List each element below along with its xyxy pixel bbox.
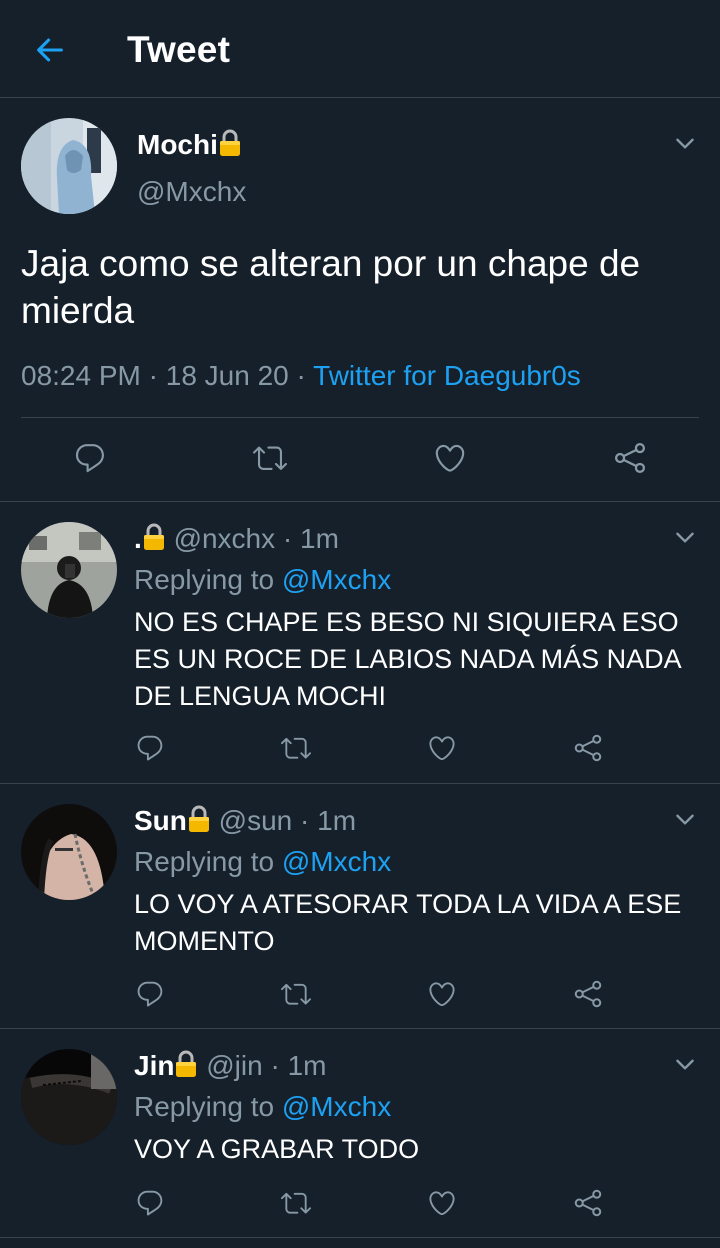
avatar[interactable] — [21, 118, 117, 214]
chevron-down-icon[interactable] — [672, 524, 698, 550]
tweet-text: Jaja como se alteran por un chape de mie… — [21, 243, 641, 331]
main-tweet: Mochi @Mxchx Jaja como se alteran por un… — [0, 98, 720, 502]
author-name[interactable]: Sun — [134, 805, 187, 836]
replying-to-label: Replying to — [134, 564, 275, 595]
lock-icon — [142, 522, 166, 552]
like-button[interactable] — [428, 436, 472, 480]
author-handle[interactable]: @nxchx — [174, 523, 276, 554]
author-name[interactable]: Mochi — [137, 128, 242, 161]
author-name[interactable]: . — [134, 523, 142, 554]
replying-to-label: Replying to — [134, 1091, 275, 1122]
reply-tweet[interactable]: Sun @sun · 1m Replying to @Mxchx LO VOY … — [0, 784, 720, 1029]
tweet-meta: 08:24 PM · 18 Jun 20 · Twitter for Daegu… — [21, 360, 581, 392]
retweet-button[interactable] — [276, 1183, 316, 1223]
share-button[interactable] — [568, 974, 608, 1014]
author-handle[interactable]: @Mxchx — [137, 176, 246, 208]
lock-icon — [174, 1049, 198, 1079]
avatar[interactable] — [21, 804, 117, 900]
chevron-down-icon[interactable] — [672, 130, 698, 156]
reply-header: Sun @sun · 1m — [134, 804, 357, 836]
reply-header: . @nxchx · 1m — [134, 522, 339, 554]
replying-to: Replying to @Mxchx — [134, 564, 391, 596]
like-button[interactable] — [422, 1183, 462, 1223]
replying-to-label: Replying to — [134, 846, 275, 877]
lock-icon — [187, 804, 211, 834]
tweet-time: 08:24 PM — [21, 360, 141, 391]
retweet-button[interactable] — [248, 436, 292, 480]
reply-button[interactable] — [130, 728, 170, 768]
reply-button[interactable] — [130, 974, 170, 1014]
tweet-source-link[interactable]: Twitter for Daegubr0s — [313, 360, 581, 391]
avatar-image — [21, 522, 117, 618]
avatar-image — [21, 804, 117, 900]
heart-icon — [427, 979, 457, 1009]
reply-time: 1m — [317, 805, 357, 836]
retweet-icon — [253, 441, 287, 475]
retweet-button[interactable] — [276, 728, 316, 768]
top-app-bar: Tweet — [0, 0, 720, 98]
lock-icon — [218, 128, 242, 158]
replying-to: Replying to @Mxchx — [134, 1091, 391, 1123]
reply-time: 1m — [300, 523, 339, 554]
reply-icon — [135, 979, 165, 1009]
share-button[interactable] — [568, 728, 608, 768]
arrow-left-icon — [37, 38, 63, 62]
share-button[interactable] — [608, 436, 652, 480]
reply-header: Jin @jin · 1m — [134, 1049, 327, 1081]
share-button[interactable] — [568, 1183, 608, 1223]
author-name[interactable]: Jin — [134, 1050, 174, 1081]
reply-icon — [135, 733, 165, 763]
like-button[interactable] — [422, 974, 462, 1014]
replying-to-link[interactable]: @Mxchx — [282, 846, 391, 877]
retweet-icon — [281, 733, 311, 763]
page-title: Tweet — [127, 29, 231, 70]
reply-tweet[interactable]: . @nxchx · 1m Replying to @Mxchx NO ES C… — [0, 502, 720, 784]
tweet-date: 18 Jun 20 — [165, 360, 289, 391]
avatar-image — [21, 118, 117, 214]
heart-icon — [427, 733, 457, 763]
divider — [21, 417, 699, 418]
reply-time: 1m — [287, 1050, 327, 1081]
avatar[interactable] — [21, 1049, 117, 1145]
chevron-down-icon[interactable] — [672, 806, 698, 832]
reply-icon — [135, 1188, 165, 1218]
reply-icon — [73, 441, 107, 475]
author-name-text: Mochi — [137, 129, 218, 160]
share-icon — [613, 441, 647, 475]
meta-separator: · — [148, 360, 158, 391]
avatar[interactable] — [21, 522, 117, 618]
like-button[interactable] — [422, 728, 462, 768]
author-handle[interactable]: @sun — [219, 805, 293, 836]
replying-to-link[interactable]: @Mxchx — [282, 1091, 391, 1122]
heart-icon — [427, 1188, 457, 1218]
replying-to-link[interactable]: @Mxchx — [282, 564, 391, 595]
retweet-icon — [281, 1188, 311, 1218]
retweet-icon — [281, 979, 311, 1009]
reply-text: NO ES CHAPE ES BESO NI SIQUIERA ESO ES U… — [134, 607, 681, 711]
meta-separator: · — [296, 360, 306, 391]
reply-text: LO VOY A ATESORAR TODA LA VIDA A ESE MOM… — [134, 889, 682, 956]
author-handle[interactable]: @jin — [206, 1050, 262, 1081]
replying-to: Replying to @Mxchx — [134, 846, 391, 878]
reply-tweet[interactable]: Jin @jin · 1m Replying to @Mxchx VOY A G… — [0, 1029, 720, 1238]
chevron-down-icon[interactable] — [672, 1051, 698, 1077]
share-icon — [573, 1188, 603, 1218]
heart-icon — [433, 441, 467, 475]
reply-button[interactable] — [68, 436, 112, 480]
reply-button[interactable] — [130, 1183, 170, 1223]
retweet-button[interactable] — [276, 974, 316, 1014]
back-button[interactable] — [28, 28, 72, 72]
share-icon — [573, 979, 603, 1009]
reply-text: VOY A GRABAR TODO — [134, 1134, 420, 1164]
share-icon — [573, 733, 603, 763]
avatar-image — [21, 1049, 117, 1145]
